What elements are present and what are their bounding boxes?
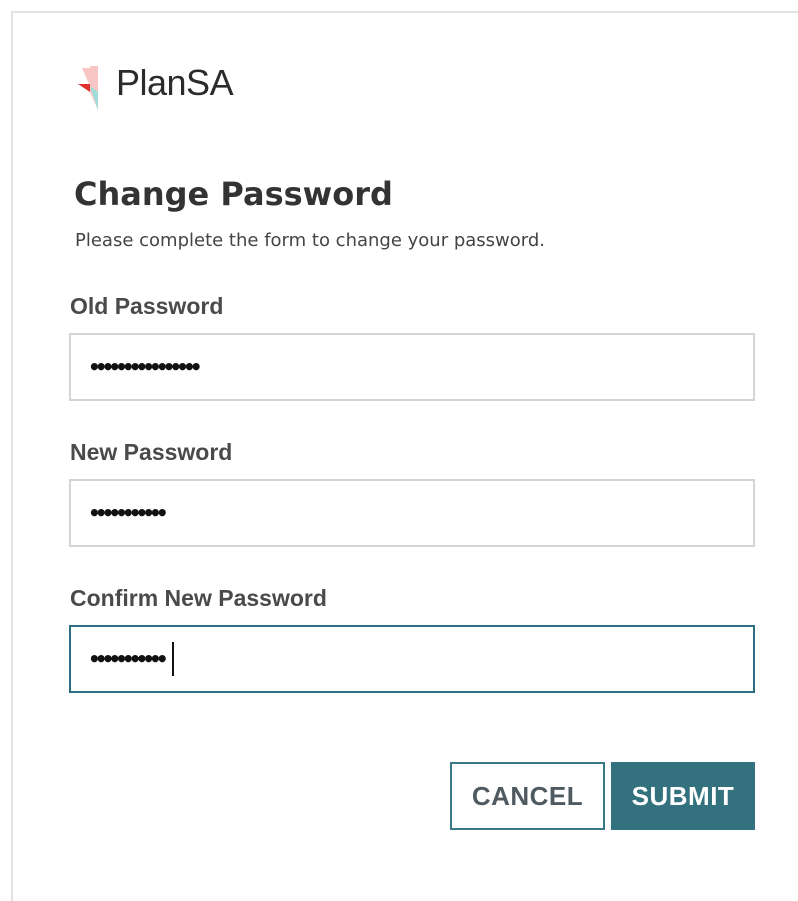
page-title: Change Password bbox=[74, 175, 393, 213]
old-password-label: Old Password bbox=[70, 293, 224, 319]
confirm-password-value: ••••••••••• bbox=[88, 647, 169, 671]
old-password-input[interactable]: •••••••••••••••• bbox=[69, 333, 755, 401]
page-subtitle: Please complete the form to change your … bbox=[75, 230, 546, 251]
new-password-input[interactable]: ••••••••••• bbox=[69, 479, 755, 547]
cancel-button[interactable]: CANCEL bbox=[450, 762, 605, 830]
confirm-password-input[interactable]: ••••••••••• bbox=[69, 625, 755, 693]
old-password-value: •••••••••••••••• bbox=[88, 355, 203, 379]
plansa-logo: PlanSA bbox=[76, 62, 234, 112]
text-caret bbox=[171, 642, 174, 676]
plansa-logo-icon bbox=[78, 66, 98, 110]
logo-wordmark: PlanSA bbox=[116, 62, 234, 103]
new-password-value: ••••••••••• bbox=[88, 501, 169, 525]
new-password-label: New Password bbox=[70, 439, 233, 465]
submit-button[interactable]: SUBMIT bbox=[611, 762, 755, 830]
confirm-password-label: Confirm New Password bbox=[70, 585, 327, 611]
